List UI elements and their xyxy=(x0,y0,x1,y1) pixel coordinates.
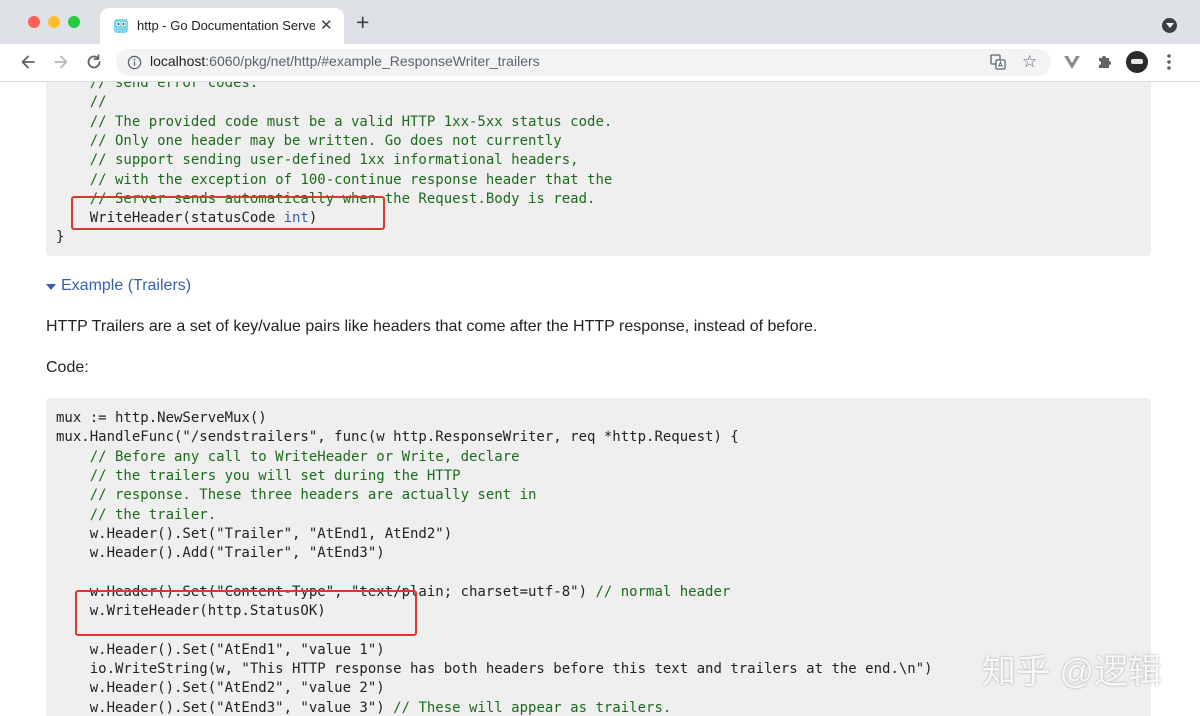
code-token: w.Header().Set("AtEnd3", "value 3") xyxy=(56,699,394,716)
code-line: // Before any call to WriteHeader or Wri… xyxy=(56,448,520,467)
example-description: HTTP Trailers are a set of key/value pai… xyxy=(46,318,818,335)
code-line: // with the exception of 100-continue re… xyxy=(56,171,613,190)
code-line: w.Header().Set("AtEnd3", "value 3") // T… xyxy=(56,699,672,716)
active-tab[interactable]: http - Go Documentation Serve ✕ xyxy=(100,8,344,44)
highlight-writeheader-signature xyxy=(71,196,385,230)
code-token: w.Header().Add("Trailer", "AtEnd3") xyxy=(56,545,385,562)
tab-search-button[interactable] xyxy=(1162,18,1177,33)
code-token: io.WriteString(w, "This HTTP response ha… xyxy=(56,660,933,677)
code-token: // support sending user-defined 1xx info… xyxy=(56,152,579,169)
code-token: // the trailers you will set during the … xyxy=(56,467,461,484)
code-token: // Only one header may be written. Go do… xyxy=(56,132,562,149)
code-token: // The provided code must be a valid HTT… xyxy=(56,113,613,130)
code-token: // response. These three headers are act… xyxy=(56,487,537,504)
highlight-writeheader-call xyxy=(75,590,417,636)
code-line: // response. These three headers are act… xyxy=(56,486,537,505)
code-token: w.Header().Set("Trailer", "AtEnd1, AtEnd… xyxy=(56,525,453,542)
address-bar[interactable]: localhost:6060/pkg/net/http/#example_Res… xyxy=(116,49,1051,76)
code-label: Code: xyxy=(46,359,89,376)
back-arrow-icon[interactable] xyxy=(18,52,38,72)
bookmark-star-icon[interactable]: ☆ xyxy=(1022,52,1037,72)
site-info-icon[interactable] xyxy=(127,55,142,70)
url-text[interactable]: localhost:6060/pkg/net/http/#example_Res… xyxy=(150,53,540,69)
translate-icon[interactable] xyxy=(990,54,1006,70)
code-token: w.Header().Set("AtEnd2", "value 2") xyxy=(56,680,385,697)
url-host: localhost xyxy=(150,53,206,69)
code-line: mux := http.NewServeMux() xyxy=(56,409,267,428)
code-token: mux := http.NewServeMux() xyxy=(56,410,267,426)
url-path: :6060/pkg/net/http/#example_ResponseWrit… xyxy=(205,53,540,69)
vue-devtools-extension-icon[interactable] xyxy=(1063,53,1081,71)
tab-close-icon[interactable]: ✕ xyxy=(320,16,333,34)
code-token: } xyxy=(56,229,65,246)
code-line: // send error codes. xyxy=(56,82,259,93)
code-line: // the trailer. xyxy=(56,506,216,525)
code-line: w.Header().Add("Trailer", "AtEnd3") xyxy=(56,544,385,563)
code-token: w.Header().Set("AtEnd1", "value 1") xyxy=(56,641,385,658)
minimize-window-button[interactable] xyxy=(48,16,60,28)
code-line: // xyxy=(56,93,107,112)
extensions-puzzle-icon[interactable] xyxy=(1096,53,1114,71)
code-line: // support sending user-defined 1xx info… xyxy=(56,151,579,170)
code-token: // These will appear as trailers. xyxy=(393,699,672,716)
close-window-button[interactable] xyxy=(28,16,40,28)
example-title: Example (Trailers) xyxy=(61,277,192,294)
tab-strip: http - Go Documentation Serve ✕ + xyxy=(0,0,1200,44)
code-token: // send error codes. xyxy=(56,82,259,91)
code-token: mux.HandleFunc("/sendstrailers", func(w … xyxy=(56,429,739,446)
code-line: mux.HandleFunc("/sendstrailers", func(w … xyxy=(56,428,739,447)
code-line: w.Header().Set("AtEnd2", "value 2") xyxy=(56,679,385,698)
code-line: // The provided code must be a valid HTT… xyxy=(56,113,613,132)
caret-down-icon xyxy=(46,284,56,290)
zhihu-watermark: 知乎 @逻辑 xyxy=(982,653,1162,691)
gopher-favicon-icon xyxy=(114,19,128,33)
code-line: // the trailers you will set during the … xyxy=(56,467,461,486)
tab-title: http - Go Documentation Serve xyxy=(137,18,315,33)
new-tab-button[interactable]: + xyxy=(356,9,369,36)
page-content: // send error codes. // // The provided … xyxy=(0,82,1200,716)
code-line: w.Header().Set("Trailer", "AtEnd1, AtEnd… xyxy=(56,525,452,544)
code-line: w.Header().Set("AtEnd1", "value 1") xyxy=(56,641,385,660)
more-menu-icon[interactable] xyxy=(1162,51,1176,73)
reload-icon[interactable] xyxy=(84,52,104,72)
code-line: // Only one header may be written. Go do… xyxy=(56,132,562,151)
code-line: io.WriteString(w, "This HTTP response ha… xyxy=(56,660,933,679)
browser-toolbar: localhost:6060/pkg/net/http/#example_Res… xyxy=(0,44,1200,82)
zoom-window-button[interactable] xyxy=(68,16,80,28)
profile-avatar[interactable] xyxy=(1126,51,1148,73)
code-token: // xyxy=(56,94,107,111)
code-token: // the trailer. xyxy=(56,506,217,523)
code-token: // Before any call to WriteHeader or Wri… xyxy=(56,448,520,465)
forward-arrow-icon[interactable] xyxy=(51,52,71,72)
code-line: } xyxy=(56,228,64,247)
code-token: // with the exception of 100-continue re… xyxy=(56,171,613,188)
code-token: // normal header xyxy=(595,583,731,600)
